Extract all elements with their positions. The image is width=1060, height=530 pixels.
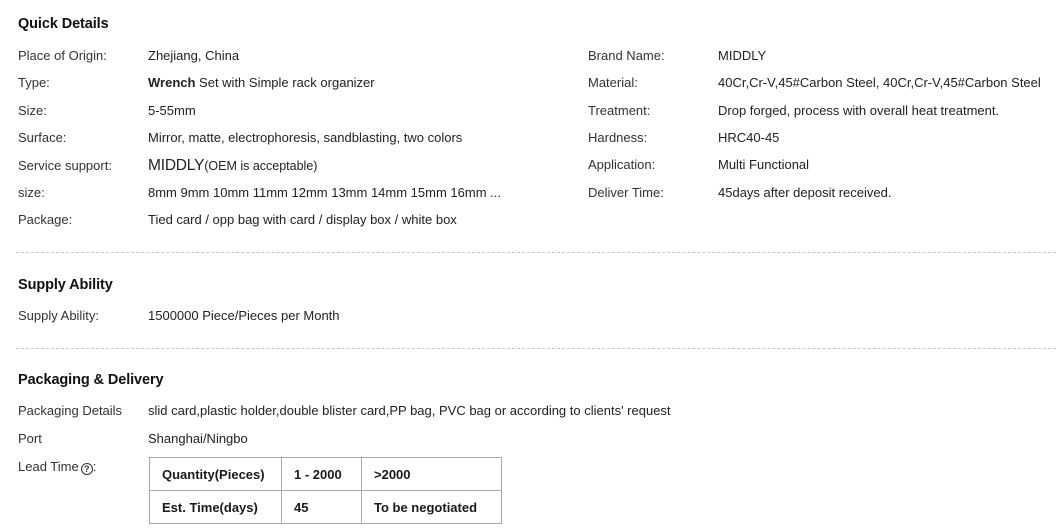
quick-detail-value: Tied card / opp bag with card / display … [148, 212, 457, 227]
quick-detail-value: Multi Functional [718, 157, 810, 172]
quick-detail-value: 5-55mm [148, 103, 196, 118]
quick-detail-value: Drop forged, process with overall heat t… [718, 103, 1000, 118]
quick-detail-value: 45days after deposit received. [718, 185, 892, 200]
quick-detail-row-material: Material: 40Cr,Cr-V,45#Carbon Steel, 40C… [588, 75, 1041, 90]
quick-detail-row-size: Size: 5-55mm [18, 103, 196, 118]
quick-detail-label: Size: [18, 103, 47, 118]
quick-detail-label: Type: [18, 75, 50, 90]
table-cell: Est. Time(days) [149, 490, 282, 524]
quick-detail-row-type: Type: Wrench Set with Simple rack organi… [18, 75, 375, 90]
quick-detail-label: size: [18, 185, 45, 200]
table-cell: 45 [281, 490, 362, 524]
quick-detail-row-place-of-origin: Place of Origin: Zhejiang, China [18, 48, 239, 63]
quick-detail-value: MIDDLY(OEM is acceptable) [148, 157, 317, 175]
port-row: Port Shanghai/Ningbo [18, 431, 248, 446]
quick-detail-label: Deliver Time: [588, 185, 664, 200]
supply-ability-row: Supply Ability: 1500000 Piece/Pieces per… [18, 308, 340, 323]
quick-detail-row-hardness: Hardness: HRC40-45 [588, 130, 779, 145]
quick-detail-value: Wrench Set with Simple rack organizer [148, 75, 375, 90]
quick-detail-row-brand-name: Brand Name: MIDDLY [588, 48, 766, 63]
supply-ability-value: 1500000 Piece/Pieces per Month [148, 308, 340, 323]
quick-detail-value: Zhejiang, China [148, 48, 240, 63]
quick-detail-value: HRC40-45 [718, 130, 780, 145]
quick-detail-value: 8mm 9mm 10mm 11mm 12mm 13mm 14mm 15mm 16… [148, 185, 501, 200]
table-cell: Quantity(Pieces) [149, 457, 282, 491]
quick-detail-value-rest: (OEM is acceptable) [204, 159, 318, 173]
table-cell: >2000 [361, 457, 502, 491]
help-circle-icon[interactable]: ? [80, 463, 93, 475]
supply-ability-label: Supply Ability: [18, 308, 99, 323]
quick-detail-row-application: Application: Multi Functional [588, 157, 809, 172]
quick-detail-label: Hardness: [588, 130, 648, 145]
lead-time-row: Lead Time?: [18, 459, 97, 475]
port-label: Port [18, 431, 42, 446]
quick-detail-label: Place of Origin: [18, 48, 107, 63]
quick-detail-value: Mirror, matte, electrophoresis, sandblas… [148, 130, 463, 145]
table-row: Quantity(Pieces) 1 - 2000 >2000 [149, 457, 502, 491]
lead-time-label-text: Lead Time [18, 459, 79, 474]
packaging-details-row: Packaging Details slid card,plastic hold… [18, 403, 671, 418]
quick-detail-row-surface: Surface: Mirror, matte, electrophoresis,… [18, 130, 462, 145]
quick-detail-label: Treatment: [588, 103, 651, 118]
table-cell: To be negotiated [361, 490, 502, 524]
lead-time-colon: : [92, 459, 97, 474]
quick-detail-label: Application: [588, 157, 656, 172]
quick-detail-row-package: Package: Tied card / opp bag with card /… [18, 212, 457, 227]
table-row: Est. Time(days) 45 To be negotiated [149, 490, 502, 524]
quick-details-heading: Quick Details [18, 16, 109, 32]
quick-detail-label: Material: [588, 75, 638, 90]
quick-detail-label: Brand Name: [588, 48, 665, 63]
quick-detail-value-emphasis: MIDDLY [148, 157, 205, 174]
quick-detail-label: Package: [18, 212, 73, 227]
port-value: Shanghai/Ningbo [148, 431, 248, 446]
quick-detail-row-deliver-time: Deliver Time: 45days after deposit recei… [588, 185, 891, 200]
quick-detail-label: Surface: [18, 130, 67, 145]
section-divider [16, 348, 1056, 349]
quick-detail-value-emphasis: Wrench [148, 75, 196, 90]
packaging-details-label: Packaging Details [18, 403, 123, 418]
table-cell: 1 - 2000 [281, 457, 362, 491]
quick-detail-label: Service support: [18, 158, 112, 173]
quick-detail-value: MIDDLY [718, 48, 767, 63]
packaging-details-value: slid card,plastic holder,double blister … [148, 403, 671, 418]
quick-detail-value-rest: Set with Simple rack organizer [195, 75, 375, 90]
supply-ability-heading: Supply Ability [18, 277, 113, 293]
quick-detail-row-service-support: Service support: MIDDLY(OEM is acceptabl… [18, 157, 317, 175]
quick-detail-row-size-list: size: 8mm 9mm 10mm 11mm 12mm 13mm 14mm 1… [18, 185, 501, 200]
quick-detail-row-treatment: Treatment: Drop forged, process with ove… [588, 103, 999, 118]
lead-time-label: Lead Time?: [18, 459, 97, 475]
quick-detail-value: 40Cr,Cr-V,45#Carbon Steel, 40Cr,Cr-V,45#… [718, 75, 1041, 90]
packaging-delivery-heading: Packaging & Delivery [18, 372, 164, 388]
section-divider [16, 252, 1056, 253]
lead-time-table: Quantity(Pieces) 1 - 2000 >2000 Est. Tim… [149, 457, 502, 524]
product-details-page: Quick Details Place of Origin: Zhejiang,… [0, 0, 1060, 530]
